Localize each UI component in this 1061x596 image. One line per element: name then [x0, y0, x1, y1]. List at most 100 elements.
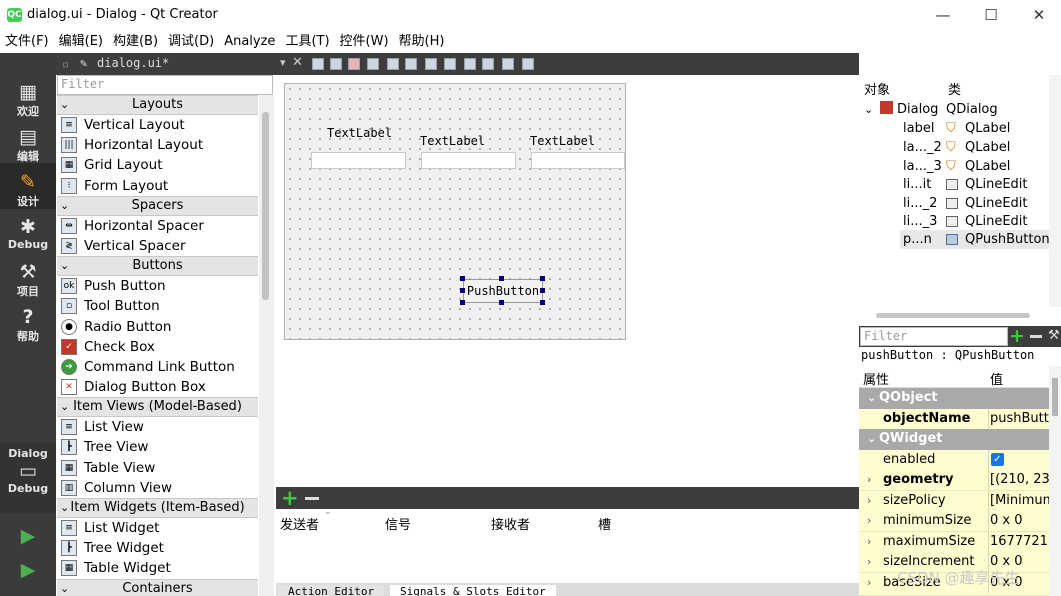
chevron-right-icon[interactable]: ›: [867, 532, 871, 552]
minimize-button[interactable]: —: [928, 4, 958, 26]
close-button[interactable]: ✕: [1024, 4, 1054, 26]
widget-push-button[interactable]: ok Push Button: [57, 276, 258, 296]
selection-handle[interactable]: [540, 300, 545, 305]
selection-handle[interactable]: [540, 276, 545, 281]
column-value[interactable]: 值: [990, 369, 1003, 388]
run-button[interactable]: ▶: [0, 525, 56, 547]
layout-vertical-splitter-icon[interactable]: [444, 58, 456, 70]
chevron-right-icon[interactable]: ›: [867, 511, 871, 531]
tree-row-pushbutton-selected[interactable]: p...n QPushButton: [900, 230, 1050, 249]
widget-radio-button[interactable]: ● Radio Button: [57, 317, 258, 337]
selection-handle[interactable]: [499, 300, 504, 305]
object-inspector-scrollbar[interactable]: [1049, 75, 1061, 307]
property-enabled[interactable]: enabled ✓: [859, 450, 1049, 471]
mode-projects[interactable]: ⚒ 项目: [0, 261, 56, 299]
kit-selector[interactable]: Dialog ▭ Debug: [0, 443, 56, 513]
menu-edit[interactable]: 编辑(E): [54, 31, 108, 53]
property-value[interactable]: 16777215: [988, 532, 1049, 552]
menu-file[interactable]: 文件(F): [0, 31, 54, 53]
property-editor-scroll-thumb[interactable]: [1052, 378, 1058, 416]
checkbox-checked-icon[interactable]: ✓: [991, 453, 1004, 466]
property-value[interactable]: [Minimum: [988, 491, 1049, 511]
widget-horizontal-layout[interactable]: ||| Horizontal Layout: [57, 135, 258, 155]
tree-row-lineedit-2[interactable]: li..._2 QLineEdit: [903, 194, 1028, 213]
category-item-widgets[interactable]: ⌄ Item Widgets (Item-Based): [57, 498, 258, 518]
widget-vertical-spacer[interactable]: ≷ Vertical Spacer: [57, 236, 258, 256]
mode-edit[interactable]: ▤ 编辑: [0, 126, 56, 164]
category-buttons[interactable]: ⌄ Buttons: [57, 256, 258, 277]
layout-form-icon[interactable]: [464, 58, 476, 70]
column-object[interactable]: 对象: [864, 79, 890, 98]
tree-row-lineedit-3[interactable]: li..._3 QLineEdit: [903, 212, 1028, 231]
line-edit-1[interactable]: [311, 152, 406, 169]
widget-form-layout[interactable]: ⁝ Form Layout: [57, 176, 258, 196]
property-objectname[interactable]: objectName pushButtc: [859, 409, 1049, 430]
tree-row-label-2[interactable]: la..._2 ⛉ QLabel: [903, 138, 1010, 157]
mode-debug[interactable]: ✱ Debug: [0, 216, 56, 251]
property-value[interactable]: 0 x 0: [988, 511, 1023, 531]
column-property[interactable]: 属性: [863, 369, 889, 388]
line-edit-2[interactable]: [421, 152, 516, 169]
line-edit-3[interactable]: [531, 152, 625, 169]
property-minimumsize[interactable]: › minimumSize 0 x 0: [859, 511, 1049, 532]
dialog-form[interactable]: [284, 83, 626, 340]
chevron-right-icon[interactable]: ›: [867, 470, 871, 490]
edit-signals-slots-icon[interactable]: [330, 58, 342, 70]
file-tab[interactable]: dialog.ui*: [97, 56, 169, 70]
selection-handle[interactable]: [460, 276, 465, 281]
menu-analyze[interactable]: Analyze: [219, 31, 280, 53]
dropdown-arrow-icon[interactable]: ▾: [280, 56, 286, 69]
close-document-icon[interactable]: ✕: [292, 55, 303, 70]
text-label-3[interactable]: TextLabel: [530, 134, 595, 148]
add-connection-icon[interactable]: +: [281, 487, 299, 509]
text-label-2[interactable]: TextLabel: [420, 134, 485, 148]
widget-check-box[interactable]: ✓ Check Box: [57, 337, 258, 357]
widget-list-widget[interactable]: ≡ List Widget: [57, 518, 258, 538]
layout-horizontal-icon[interactable]: [387, 58, 399, 70]
mode-welcome[interactable]: ▦ 欢迎: [0, 81, 56, 119]
property-value[interactable]: [(210, 230: [988, 470, 1049, 490]
break-layout-icon[interactable]: [502, 58, 514, 70]
widget-command-link-button[interactable]: ➔ Command Link Button: [57, 357, 258, 377]
selection-handle[interactable]: [460, 300, 465, 305]
layout-grid-icon[interactable]: [482, 58, 494, 70]
tab-signals-slots-editor[interactable]: Signals & Slots Editor: [390, 585, 556, 596]
tree-row-dialog[interactable]: ⌄ Dialog QDialog: [864, 100, 998, 119]
widget-vertical-layout[interactable]: ≡ Vertical Layout: [57, 115, 258, 135]
menu-tools[interactable]: 工具(T): [280, 31, 334, 53]
property-geometry[interactable]: › geometry [(210, 230: [859, 470, 1049, 491]
widget-dialog-button-box[interactable]: ✕ Dialog Button Box: [57, 377, 258, 397]
selection-handle[interactable]: [460, 288, 465, 293]
column-receiver[interactable]: 接收者: [491, 514, 530, 533]
debug-run-button[interactable]: ▶: [0, 559, 56, 581]
widget-column-view[interactable]: ▥ Column View: [57, 478, 258, 498]
column-sender[interactable]: 发送者: [280, 514, 319, 533]
object-inspector-hscroll-thumb[interactable]: [876, 313, 1030, 318]
tab-action-editor[interactable]: Action Editor: [278, 585, 385, 596]
chevron-right-icon[interactable]: ›: [867, 552, 871, 572]
edit-tab-order-icon[interactable]: [367, 58, 379, 70]
widget-box-scroll-thumb[interactable]: [262, 112, 269, 300]
configure-wrench-icon[interactable]: ⚒: [1048, 328, 1060, 343]
menu-build[interactable]: 构建(B): [108, 31, 163, 53]
widget-tree-widget[interactable]: ┣ Tree Widget: [57, 538, 258, 558]
menu-debug[interactable]: 调试(D): [163, 31, 219, 53]
maximize-button[interactable]: ☐: [976, 4, 1006, 26]
widget-list-view[interactable]: ≡ List View: [57, 417, 258, 437]
add-dynamic-property-icon[interactable]: +: [1009, 325, 1025, 347]
category-containers[interactable]: ⌄ Containers: [57, 578, 258, 596]
widget-tool-button[interactable]: ▫ Tool Button: [57, 296, 258, 316]
widget-filter-input[interactable]: Filter: [57, 75, 273, 95]
remove-dynamic-property-icon[interactable]: [1030, 335, 1042, 338]
category-item-views[interactable]: ⌄ Item Views (Model-Based): [57, 397, 258, 418]
widget-table-view[interactable]: ▦ Table View: [57, 458, 258, 478]
text-label-1[interactable]: TextLabel: [327, 126, 392, 140]
tree-row-lineedit[interactable]: li...it QLineEdit: [903, 175, 1028, 194]
adjust-size-icon[interactable]: [522, 58, 534, 70]
remove-connection-icon[interactable]: [305, 497, 319, 500]
category-layouts[interactable]: ⌄ Layouts: [57, 95, 258, 115]
column-slot[interactable]: 槽: [598, 514, 611, 533]
group-qwidget[interactable]: ⌄ QWidget: [859, 429, 1049, 450]
column-class[interactable]: 类: [948, 79, 961, 98]
layout-vertical-icon[interactable]: [405, 58, 417, 70]
